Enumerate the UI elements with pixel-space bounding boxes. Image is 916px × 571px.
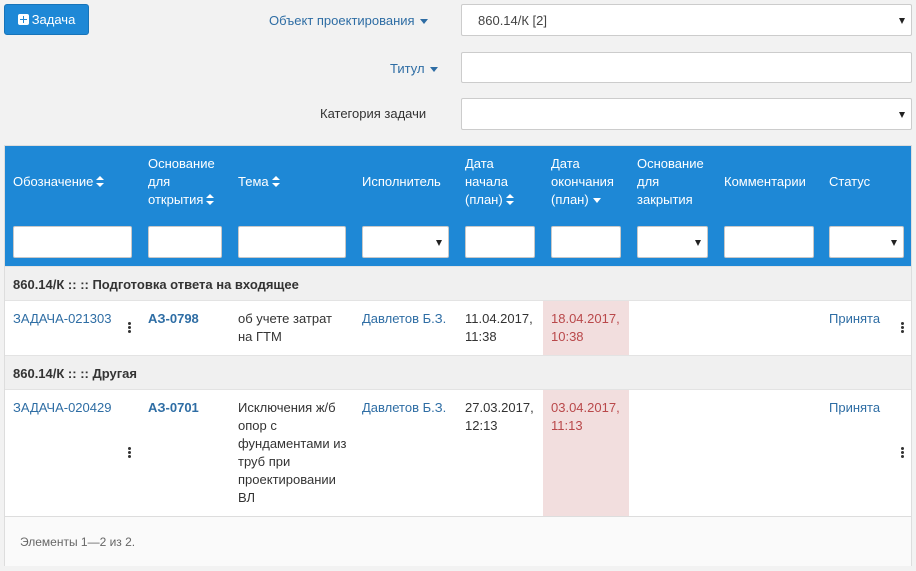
column-header-designation[interactable]: Обозначение bbox=[13, 173, 105, 191]
row-menu-icon[interactable] bbox=[125, 446, 135, 460]
column-label: Основание для закрытия bbox=[637, 156, 704, 207]
sort-icon bbox=[206, 194, 215, 205]
tasks-grid: Обозначение Основание для открытия Тема … bbox=[4, 145, 912, 566]
column-label: Дата окончания (план) bbox=[551, 156, 614, 207]
column-label: Тема bbox=[238, 174, 269, 189]
task-designation-link[interactable]: ЗАДАЧА-021303 bbox=[13, 310, 111, 328]
column-header-comments[interactable]: Комментарии bbox=[724, 173, 806, 191]
column-label: Комментарии bbox=[724, 174, 806, 189]
column-header-assignee[interactable]: Исполнитель bbox=[362, 173, 441, 191]
sort-icon bbox=[271, 176, 280, 187]
table-row[interactable]: ЗАДАЧА-020429 АЗ-0701 Исключения ж/б опо… bbox=[5, 390, 911, 516]
column-header-start-date[interactable]: Дата начала (план) bbox=[465, 155, 527, 209]
start-date: 11.04.2017, 11:38 bbox=[465, 311, 533, 344]
project-object-value: 860.14/К [2] bbox=[478, 12, 548, 28]
dropdown-arrow-icon bbox=[695, 240, 701, 246]
column-header-status[interactable]: Статус bbox=[829, 173, 870, 191]
category-filter-label: Категория задачи bbox=[320, 106, 427, 121]
dropdown-arrow-icon bbox=[891, 240, 897, 246]
status-link[interactable]: Принята bbox=[829, 310, 880, 328]
basis-open-link[interactable]: АЗ-0798 bbox=[148, 310, 199, 328]
sort-icon bbox=[96, 176, 105, 187]
start-date: 27.03.2017, 12:13 bbox=[465, 400, 534, 433]
column-header-subject[interactable]: Тема bbox=[238, 173, 280, 191]
add-task-label: Задача bbox=[31, 12, 76, 27]
title-label-text: Титул bbox=[390, 61, 425, 76]
title-filter-label[interactable]: Титул bbox=[390, 61, 438, 76]
column-label: Исполнитель bbox=[362, 174, 441, 189]
grid-header: Обозначение Основание для открытия Тема … bbox=[5, 146, 911, 266]
project-object-filter-label[interactable]: Объект проектирования bbox=[269, 13, 428, 28]
row-menu-icon[interactable] bbox=[898, 446, 908, 460]
subject-filter-input[interactable] bbox=[238, 226, 346, 258]
task-subject: об учете затрат на ГТМ bbox=[238, 311, 332, 344]
column-header-basis-close[interactable]: Основание для закрытия bbox=[637, 155, 715, 209]
sort-desc-icon bbox=[592, 198, 601, 203]
task-designation-link[interactable]: ЗАДАЧА-020429 bbox=[13, 399, 111, 417]
assignee-link[interactable]: Давлетов Б.З. bbox=[362, 310, 446, 328]
assignee-filter-select[interactable] bbox=[362, 226, 449, 258]
pager-info: Элементы 1—2 из 2. bbox=[5, 516, 911, 566]
title-input[interactable] bbox=[461, 52, 912, 83]
group-header: 860.14/К :: :: Подготовка ответа на вход… bbox=[5, 266, 911, 301]
project-object-select[interactable]: 860.14/К [2] bbox=[461, 4, 912, 36]
status-filter-select[interactable] bbox=[829, 226, 904, 258]
add-task-button[interactable]: Задача bbox=[4, 4, 89, 35]
basis-open-filter-input[interactable] bbox=[148, 226, 222, 258]
start-date-filter-input[interactable] bbox=[465, 226, 535, 258]
column-header-end-date[interactable]: Дата окончания (план) bbox=[551, 155, 631, 209]
sort-icon bbox=[505, 194, 514, 205]
dropdown-arrow-icon bbox=[899, 18, 905, 24]
group-header: 860.14/К :: :: Другая bbox=[5, 355, 911, 390]
designation-filter-input[interactable] bbox=[13, 226, 132, 258]
column-label: Статус bbox=[829, 174, 871, 189]
basis-close-filter-select[interactable] bbox=[637, 226, 708, 258]
assignee-link[interactable]: Давлетов Б.З. bbox=[362, 399, 446, 417]
end-date: 18.04.2017, 10:38 bbox=[551, 311, 620, 344]
task-subject: Исключения ж/б опор с фундаментами из тр… bbox=[238, 400, 347, 505]
end-date: 03.04.2017, 11:13 bbox=[551, 400, 620, 433]
caret-down-icon bbox=[419, 19, 428, 25]
row-menu-icon[interactable] bbox=[125, 321, 135, 335]
dropdown-arrow-icon bbox=[436, 240, 442, 246]
table-row[interactable]: ЗАДАЧА-021303 АЗ-0798 об учете затрат на… bbox=[5, 301, 911, 355]
project-object-label-text: Объект проектирования bbox=[269, 13, 415, 28]
column-label: Дата начала (план) bbox=[465, 156, 508, 207]
plus-square-icon bbox=[17, 14, 29, 25]
basis-open-link[interactable]: АЗ-0701 bbox=[148, 399, 199, 417]
column-label: Обозначение bbox=[13, 174, 94, 189]
dropdown-arrow-icon bbox=[899, 112, 905, 118]
category-select[interactable] bbox=[461, 98, 912, 130]
column-label: Основание для открытия bbox=[148, 156, 215, 207]
end-date-filter-input[interactable] bbox=[551, 226, 621, 258]
status-link[interactable]: Принята bbox=[829, 399, 880, 417]
comments-filter-input[interactable] bbox=[724, 226, 814, 258]
row-menu-icon[interactable] bbox=[898, 321, 908, 335]
caret-down-icon bbox=[429, 67, 438, 73]
column-header-basis-open[interactable]: Основание для открытия bbox=[148, 155, 228, 209]
